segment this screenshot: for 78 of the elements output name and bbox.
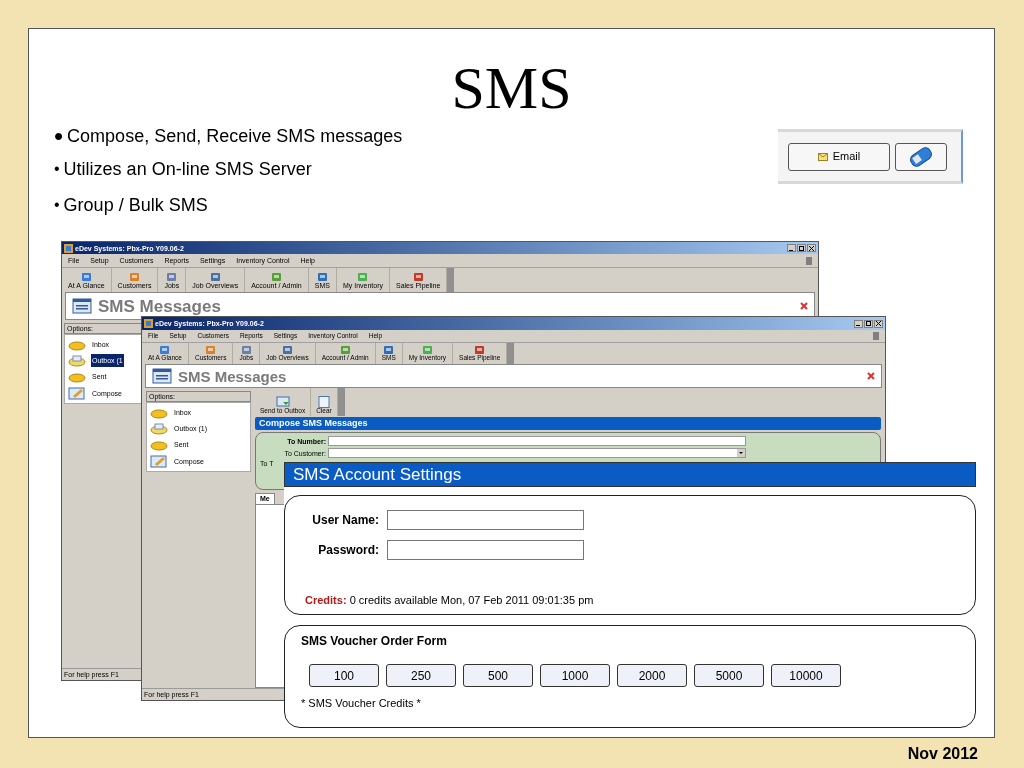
close-icon bbox=[876, 321, 881, 326]
voucher-button[interactable]: 10000 bbox=[771, 664, 841, 687]
bullet-text: Group / Bulk SMS bbox=[63, 193, 208, 217]
compose-icon bbox=[150, 454, 168, 468]
text-field[interactable] bbox=[387, 540, 584, 560]
tray-icon bbox=[150, 422, 168, 435]
compose-icon bbox=[68, 386, 86, 400]
envelope-icon bbox=[817, 152, 828, 161]
toolbar-icon bbox=[159, 345, 171, 356]
email-button[interactable]: Email bbox=[788, 142, 890, 171]
toolbar-icon bbox=[281, 345, 293, 356]
window-icon bbox=[152, 368, 172, 384]
phone-button[interactable] bbox=[895, 142, 947, 171]
maximize-button[interactable] bbox=[797, 244, 806, 252]
tray-icon bbox=[68, 354, 86, 367]
send-icon bbox=[275, 395, 290, 408]
number-field[interactable] bbox=[328, 436, 746, 446]
menu-grip[interactable] bbox=[873, 332, 879, 340]
voucher-button[interactable]: 1000 bbox=[540, 664, 610, 687]
voucher-title: SMS Voucher Order Form bbox=[301, 633, 448, 650]
toolbar-icon bbox=[357, 271, 369, 282]
page-title: SMS Messages bbox=[98, 297, 221, 315]
credits-text: Credits: 0 credits available Mon, 07 Feb 2011 09:01:35 pm bbox=[305, 592, 595, 608]
toolbar-icon bbox=[129, 271, 140, 282]
page-title: SMS Messages bbox=[178, 368, 287, 384]
toolbar-icon bbox=[270, 271, 282, 282]
tray-icon bbox=[68, 370, 86, 383]
customer-dropdown[interactable] bbox=[328, 448, 746, 458]
slide-title: SMS bbox=[451, 55, 572, 121]
minimize-button[interactable] bbox=[854, 319, 863, 328]
toolbar-icon bbox=[421, 345, 433, 356]
maximize-icon bbox=[866, 321, 871, 326]
toolbar-icon bbox=[339, 345, 351, 356]
tray-icon bbox=[68, 338, 86, 351]
voucher-button[interactable]: 250 bbox=[386, 664, 456, 687]
voucher-button[interactable]: 5000 bbox=[694, 664, 764, 687]
toolbar-grip[interactable] bbox=[447, 268, 455, 292]
toolbar-icon bbox=[80, 271, 92, 282]
bullet-marker: • bbox=[54, 119, 64, 153]
maximize-button[interactable] bbox=[864, 319, 873, 328]
close-button[interactable] bbox=[874, 319, 883, 328]
toolbar-grip[interactable] bbox=[337, 388, 345, 416]
close-icon[interactable] bbox=[800, 302, 808, 310]
field-label: User Name: bbox=[311, 512, 379, 529]
toolbar-icon bbox=[474, 345, 486, 356]
tray-icon bbox=[150, 438, 168, 451]
close-icon[interactable] bbox=[867, 372, 875, 380]
toolbar-icon bbox=[205, 345, 217, 356]
tray-icon bbox=[150, 406, 168, 419]
minimize-button[interactable] bbox=[787, 244, 796, 252]
bullet-marker: • bbox=[54, 159, 60, 179]
toolbar-icon bbox=[316, 271, 328, 282]
toolbar-icon bbox=[209, 271, 221, 282]
close-icon bbox=[809, 245, 814, 251]
app-icon bbox=[64, 243, 73, 253]
app-icon bbox=[144, 319, 153, 328]
maximize-icon bbox=[799, 245, 804, 251]
bullet-text: Utilizes an On-line SMS Server bbox=[63, 157, 312, 181]
page-icon bbox=[316, 395, 331, 408]
toolbar-icon bbox=[240, 345, 252, 356]
close-button[interactable] bbox=[807, 244, 816, 252]
toolbar-grip[interactable] bbox=[507, 343, 515, 364]
voucher-button[interactable]: 100 bbox=[309, 664, 379, 687]
bullet-marker: • bbox=[54, 195, 60, 215]
toolbar-icon bbox=[412, 271, 424, 282]
slide-date: Nov 2012 bbox=[907, 744, 978, 764]
field-label: Password: bbox=[317, 542, 379, 559]
toolbar-icon bbox=[383, 345, 395, 356]
text-field[interactable] bbox=[387, 510, 584, 530]
voucher-button[interactable]: 500 bbox=[463, 664, 533, 687]
compose-title-bar: Compose SMS Messages bbox=[255, 417, 881, 430]
bullet-text: Compose, Send, Receive SMS messages bbox=[67, 124, 403, 148]
toolbar-icon bbox=[166, 271, 178, 282]
caret-icon bbox=[737, 449, 745, 457]
settings-title-bar: SMS Account Settings bbox=[284, 462, 976, 487]
window-icon bbox=[72, 298, 92, 314]
voucher-button[interactable]: 2000 bbox=[617, 664, 687, 687]
menu-grip[interactable] bbox=[806, 256, 812, 265]
